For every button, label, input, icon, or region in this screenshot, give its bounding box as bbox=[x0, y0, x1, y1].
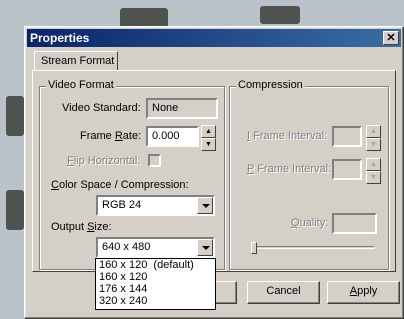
output-size-label: Output Size: bbox=[51, 221, 112, 233]
flip-horizontal-checkbox[interactable] bbox=[148, 154, 161, 167]
p-frame-interval-input[interactable] bbox=[332, 159, 362, 180]
spin-down-icon[interactable]: ▼ bbox=[366, 138, 381, 151]
output-size-select[interactable]: 640 x 480 bbox=[96, 237, 215, 258]
i-frame-interval-input[interactable] bbox=[332, 126, 362, 147]
list-item[interactable]: 160 x 120 bbox=[96, 271, 215, 283]
list-item[interactable]: 176 x 144 bbox=[96, 283, 215, 295]
background-blob bbox=[6, 96, 24, 136]
close-icon[interactable]: ✕ bbox=[383, 31, 399, 45]
spin-down-icon[interactable]: ▼ bbox=[366, 171, 381, 184]
color-space-label: Color Space / Compression: bbox=[51, 179, 189, 191]
p-frame-interval-label: P Frame Interval: bbox=[247, 163, 332, 175]
i-frame-interval-label: I Frame Interval: bbox=[247, 130, 328, 142]
color-space-select[interactable]: RGB 24 bbox=[96, 195, 215, 216]
spin-up-icon[interactable]: ▲ bbox=[366, 125, 381, 138]
apply-button[interactable]: Apply bbox=[327, 281, 400, 304]
background-blob bbox=[120, 8, 168, 28]
video-standard-field: None bbox=[146, 98, 218, 119]
color-space-value: RGB 24 bbox=[102, 199, 142, 211]
output-size-value: 640 x 480 bbox=[102, 241, 151, 253]
quality-slider-thumb[interactable] bbox=[251, 242, 257, 254]
ok-button[interactable] bbox=[215, 281, 237, 304]
quality-slider-track[interactable] bbox=[251, 246, 375, 249]
i-frame-interval-spinner[interactable]: ▲ ▼ bbox=[366, 125, 381, 151]
window-title: Properties bbox=[30, 31, 90, 45]
flip-horizontal-label: Flip Horizontal: bbox=[67, 155, 141, 167]
spin-down-icon[interactable]: ▼ bbox=[201, 138, 216, 151]
compression-group-label: Compression bbox=[236, 79, 305, 91]
frame-rate-label: Frame Rate: bbox=[80, 130, 142, 142]
p-frame-interval-spinner[interactable]: ▲ ▼ bbox=[366, 158, 381, 184]
video-format-group-label: Video Format bbox=[46, 79, 116, 91]
background-blob bbox=[260, 6, 300, 24]
video-standard-label: Video Standard: bbox=[62, 102, 141, 114]
tab-stream-format[interactable]: Stream Format bbox=[34, 51, 118, 71]
spin-up-icon[interactable]: ▲ bbox=[366, 158, 381, 171]
background-blob bbox=[6, 190, 24, 230]
frame-rate-spinner[interactable]: ▲ ▼ bbox=[201, 125, 216, 151]
chevron-down-icon[interactable] bbox=[197, 239, 213, 256]
title-bar: Properties ✕ bbox=[27, 29, 401, 47]
list-item[interactable]: 160 x 120 (default) bbox=[96, 259, 215, 271]
list-item[interactable]: 320 x 240 bbox=[96, 295, 215, 307]
spin-up-icon[interactable]: ▲ bbox=[201, 125, 216, 138]
chevron-down-icon[interactable] bbox=[197, 197, 213, 214]
cancel-button[interactable]: Cancel bbox=[247, 281, 320, 304]
frame-rate-input[interactable]: 0.000 bbox=[146, 126, 199, 147]
quality-label: Quality: bbox=[291, 217, 329, 229]
tab-label: Stream Format bbox=[41, 55, 115, 67]
quality-input[interactable] bbox=[332, 213, 377, 234]
output-size-dropdown-list[interactable]: 160 x 120 (default) 160 x 120 176 x 144 … bbox=[95, 258, 216, 310]
